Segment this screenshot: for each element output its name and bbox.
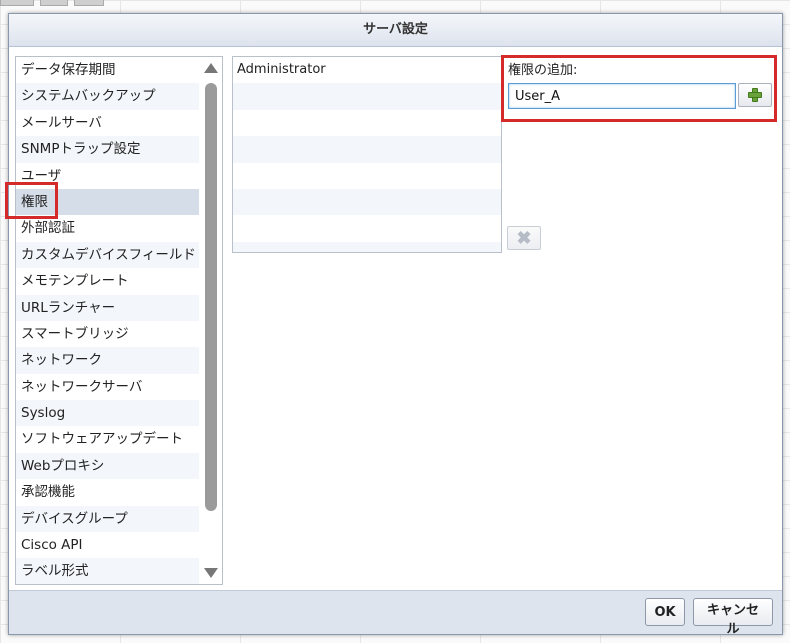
settings-category-item[interactable]: SNMPトラップ設定 (16, 136, 199, 163)
settings-category-item[interactable]: Cisco API (16, 532, 199, 558)
dialog-footer: OK キャンセル (9, 590, 782, 637)
settings-category-item[interactable]: ラベル形式 (16, 558, 199, 584)
settings-category-item[interactable]: 外部認証 (16, 215, 199, 241)
delete-permission-button[interactable]: ✖ (507, 226, 541, 250)
dialog-title: サーバ設定 (9, 14, 782, 47)
triangle-down-icon[interactable] (204, 568, 218, 578)
settings-category-item[interactable]: カスタムデバイスフィールド (16, 241, 199, 269)
permission-row[interactable] (233, 241, 501, 252)
settings-category-item[interactable]: 権限 (16, 188, 199, 216)
add-permission-input[interactable] (508, 83, 736, 109)
settings-category-item[interactable]: ネットワークサーバ (16, 374, 199, 400)
settings-category-item[interactable]: メールサーバ (16, 110, 199, 136)
ok-button[interactable]: OK (645, 598, 685, 626)
settings-category-items: データ保存期間 システムバックアップ メールサーバ SNMPトラップ設定 ユーザ 権限 外部… (16, 57, 199, 584)
settings-category-item[interactable]: ユーザ (16, 163, 199, 189)
permission-row[interactable]: Administrator (233, 57, 501, 83)
settings-category-item[interactable]: Syslog (16, 400, 199, 427)
background-tab (74, 0, 104, 6)
server-settings-dialog: サーバ設定 データ保存期間 システムバックアップ メールサーバ SNMPトラップ設定ユ… (5, 13, 783, 637)
settings-category-item[interactable]: データ保存期間 (16, 57, 199, 83)
plus-icon (748, 88, 762, 102)
scrollbar[interactable] (200, 57, 222, 584)
add-permission-button[interactable] (738, 83, 772, 107)
background-tab (40, 0, 68, 6)
permission-row[interactable] (233, 83, 501, 110)
settings-category-item[interactable]: URLランチャー (16, 294, 199, 321)
dialog-body: データ保存期間 システムバックアップ メールサーバ SNMPトラップ設定 ユーザ 権限 外部… (5, 47, 782, 590)
background-tab (0, 0, 34, 6)
settings-category-item[interactable]: メモテンプレート (16, 268, 199, 294)
settings-category-item[interactable]: デバイスグループ (16, 505, 199, 533)
permission-row[interactable] (233, 215, 501, 241)
settings-category-item[interactable]: ネットワーク (16, 347, 199, 374)
triangle-up-icon[interactable] (204, 63, 218, 73)
settings-category-item[interactable]: 承認機能 (16, 479, 199, 505)
permission-row[interactable] (233, 163, 501, 189)
settings-category-item[interactable]: Webプロキシ (16, 452, 199, 480)
settings-category-item[interactable]: スマートブリッジ (16, 321, 199, 347)
permission-list[interactable]: Administrator (232, 56, 502, 253)
settings-category-item[interactable]: システムバックアップ (16, 83, 199, 110)
cancel-button[interactable]: キャンセル (693, 598, 773, 637)
permission-row[interactable] (233, 136, 501, 163)
settings-category-list[interactable]: データ保存期間 システムバックアップ メールサーバ SNMPトラップ設定 ユーザ 権限 外部… (15, 56, 223, 585)
scrollbar-thumb[interactable] (205, 83, 217, 511)
permission-row[interactable] (233, 110, 501, 136)
add-permission-label: 権限の追加: (508, 63, 578, 78)
settings-category-item[interactable]: ソフトウェアアップデート (16, 426, 199, 452)
x-icon: ✖ (516, 228, 532, 248)
permission-row[interactable] (233, 188, 501, 216)
